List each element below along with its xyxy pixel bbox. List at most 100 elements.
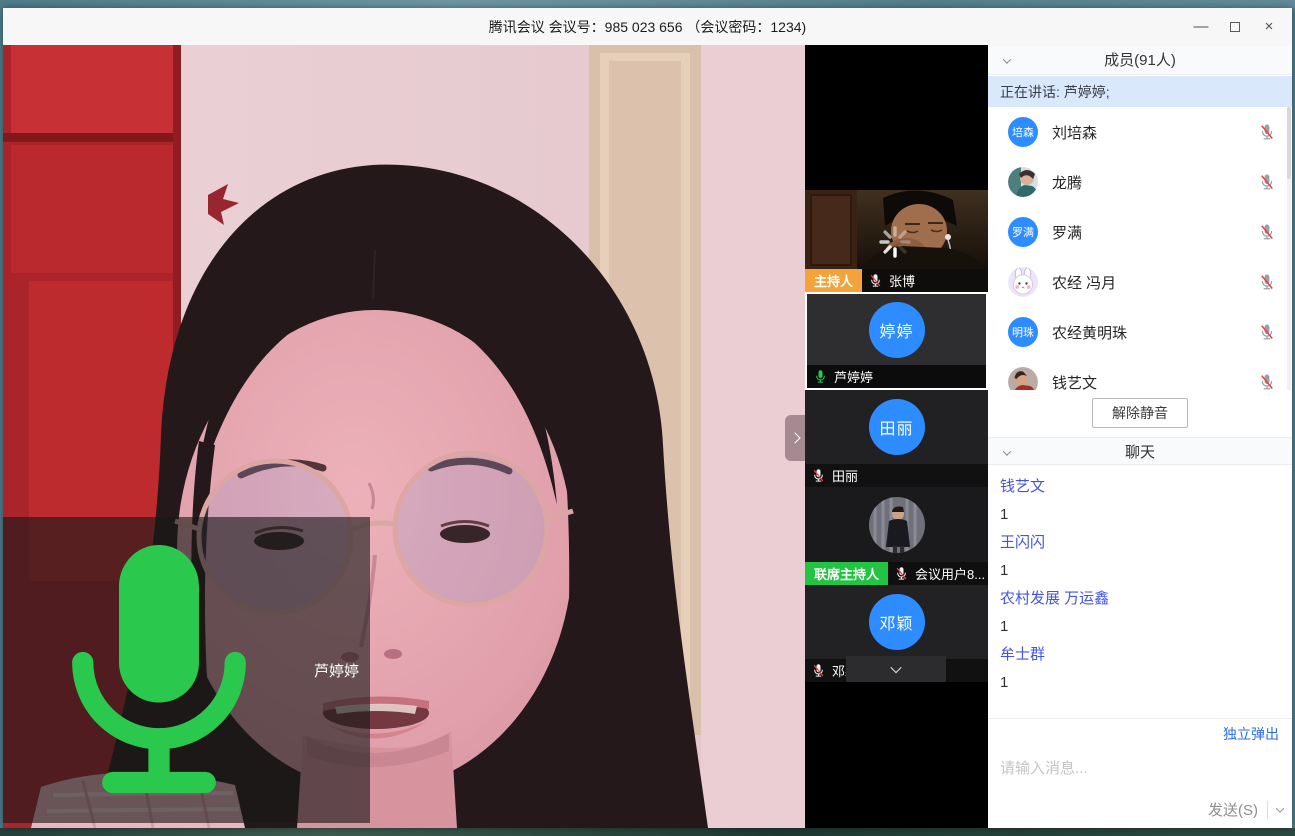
- member-name: 刘培森: [1052, 122, 1244, 143]
- strip-collapse-handle[interactable]: [785, 415, 805, 461]
- chat-message: 农村发展 万运鑫 1: [1000, 585, 1280, 641]
- chat-sender: 农村发展 万运鑫: [1000, 585, 1280, 613]
- avatar: 邓颖: [869, 594, 925, 650]
- chat-popout-row: 独立弹出: [988, 718, 1292, 748]
- divider: [1267, 801, 1268, 819]
- thumbnail-name: 田丽: [832, 466, 858, 485]
- chat-text: 1: [1000, 557, 1280, 585]
- member-name: 农经黄明珠: [1052, 322, 1244, 343]
- close-button[interactable]: ×: [1252, 13, 1286, 41]
- member-list-scrollbar[interactable]: [1287, 107, 1291, 390]
- avatar: 明珠: [1008, 317, 1038, 347]
- main-video-feed: 芦婷婷: [3, 45, 805, 828]
- unmute-area: 解除静音: [988, 390, 1292, 437]
- meeting-window: 腾讯会议 会议号：985 023 656 （会议密码：1234) — ×: [3, 8, 1292, 828]
- chat-text: 1: [1000, 613, 1280, 641]
- unmute-button[interactable]: 解除静音: [1092, 398, 1188, 428]
- now-speaking-text: 正在讲话: 芦婷婷;: [1000, 82, 1110, 102]
- chat-panel-header: 聊天: [988, 437, 1292, 465]
- host-badge: 主持人: [805, 269, 862, 292]
- thumbnail-avatar-area: [805, 487, 988, 562]
- send-button[interactable]: 发送(S): [1208, 799, 1258, 820]
- thumbnail-zhangbo[interactable]: 主持人 张博: [805, 190, 988, 292]
- collapse-chat-button[interactable]: [1004, 443, 1010, 460]
- minimize-icon: —: [1194, 18, 1209, 35]
- mic-muted-icon[interactable]: [1258, 323, 1276, 341]
- mic-muted-icon: [811, 468, 826, 483]
- video-thumbnail-strip: 主持人 张博 婷婷 芦婷婷 田丽: [805, 45, 988, 828]
- chat-sender: 王闪闪: [1000, 529, 1280, 557]
- thumbnail-tianli[interactable]: 田丽 田丽: [805, 390, 988, 487]
- send-row: 发送(S): [1208, 799, 1283, 820]
- thumbnail-avatar-area: 田丽: [805, 390, 988, 464]
- thumbnail-lutingting-selected[interactable]: 婷婷 芦婷婷: [805, 292, 988, 390]
- members-panel-title: 成员(91人): [1104, 49, 1176, 70]
- side-panel: 成员(91人) 正在讲话: 芦婷婷; 培森 刘培森: [988, 45, 1292, 828]
- thumbnail-label: 田丽: [805, 464, 988, 487]
- collapse-members-button[interactable]: [1004, 51, 1010, 68]
- mic-muted-icon[interactable]: [1258, 123, 1276, 141]
- photo-avatar: [1008, 167, 1038, 197]
- avatar: 罗满: [1008, 217, 1038, 247]
- chat-sender: 牟士群: [1000, 641, 1280, 669]
- popout-chat-link[interactable]: 独立弹出: [1223, 724, 1279, 744]
- cartoon-rabbit-avatar: [1008, 267, 1038, 297]
- desktop-background-bottom: [0, 828, 1295, 836]
- maximize-button[interactable]: [1218, 13, 1252, 41]
- speaker-name: 芦婷婷: [314, 660, 359, 681]
- member-list[interactable]: 培森 刘培森 龙腾: [988, 107, 1292, 390]
- mic-muted-icon[interactable]: [1258, 273, 1276, 291]
- member-row[interactable]: 明珠 农经黄明珠: [988, 307, 1292, 357]
- mic-on-icon: [813, 369, 828, 384]
- mic-muted-icon: [868, 273, 883, 288]
- avatar: 培森: [1008, 117, 1038, 147]
- maximize-icon: [1230, 22, 1240, 32]
- thumbnail-avatar-area: 婷婷: [807, 294, 986, 365]
- thumbnail-name: 会议用户8...: [915, 564, 985, 583]
- now-speaking-bar: 正在讲话: 芦婷婷;: [988, 76, 1292, 107]
- window-controls: — ×: [1184, 11, 1286, 42]
- mic-muted-icon[interactable]: [1258, 173, 1276, 191]
- member-row[interactable]: 罗满 罗满: [988, 207, 1292, 257]
- title-bar: 腾讯会议 会议号：985 023 656 （会议密码：1234) — ×: [3, 8, 1292, 45]
- chat-text: 1: [1000, 669, 1280, 697]
- scrollbar-thumb[interactable]: [1287, 107, 1291, 179]
- member-row[interactable]: 龙腾: [988, 157, 1292, 207]
- thumbnail-meeting-user8[interactable]: 联席主持人 会议用户8...: [805, 487, 988, 585]
- thumbnail-name: 芦婷婷: [834, 367, 873, 386]
- send-menu-chevron-icon[interactable]: [1276, 804, 1284, 812]
- member-name: 龙腾: [1052, 172, 1244, 193]
- active-speaker-label: 芦婷婷: [3, 517, 370, 823]
- member-row[interactable]: 培森 刘培森: [988, 107, 1292, 157]
- member-row[interactable]: 农经 冯月: [988, 257, 1292, 307]
- chat-message: 王闪闪 1: [1000, 529, 1280, 585]
- chevron-right-icon: [789, 432, 800, 443]
- chat-message-input[interactable]: [988, 748, 1292, 800]
- chat-message: 钱艺文 1: [1000, 473, 1280, 529]
- member-row[interactable]: 钱艺文: [988, 357, 1292, 390]
- mic-muted-icon[interactable]: [1258, 223, 1276, 241]
- cohost-badge: 联席主持人: [805, 562, 888, 585]
- photo-avatar: [1008, 367, 1038, 390]
- minimize-button[interactable]: —: [1184, 13, 1218, 41]
- chevron-down-icon: [1003, 447, 1011, 455]
- thumbnail-label: 主持人 张博: [805, 269, 988, 292]
- mic-muted-icon: [811, 663, 826, 678]
- chat-message-list[interactable]: 钱艺文 1 王闪闪 1 农村发展 万运鑫 1 牟士群 1: [988, 466, 1292, 718]
- member-name: 罗满: [1052, 222, 1244, 243]
- avatar: 田丽: [869, 399, 925, 455]
- mic-muted-icon[interactable]: [1258, 373, 1276, 390]
- members-panel-header: 成员(91人): [988, 45, 1292, 75]
- member-name: 钱艺文: [1052, 372, 1244, 391]
- chat-sender: 钱艺文: [1000, 473, 1280, 501]
- photo-avatar: [869, 497, 925, 553]
- chat-message: 牟士群 1: [1000, 641, 1280, 697]
- thumbnail-avatar-area: 邓颖: [805, 585, 988, 659]
- chevron-down-icon: [1003, 55, 1011, 63]
- thumbnail-label: 联席主持人 会议用户8...: [805, 562, 988, 585]
- window-title: 腾讯会议 会议号：985 023 656 （会议密码：1234): [489, 17, 806, 37]
- member-name: 农经 冯月: [1052, 272, 1244, 293]
- avatar: 婷婷: [869, 302, 925, 358]
- chevron-down-icon: [890, 662, 901, 673]
- more-videos-button[interactable]: [846, 656, 946, 682]
